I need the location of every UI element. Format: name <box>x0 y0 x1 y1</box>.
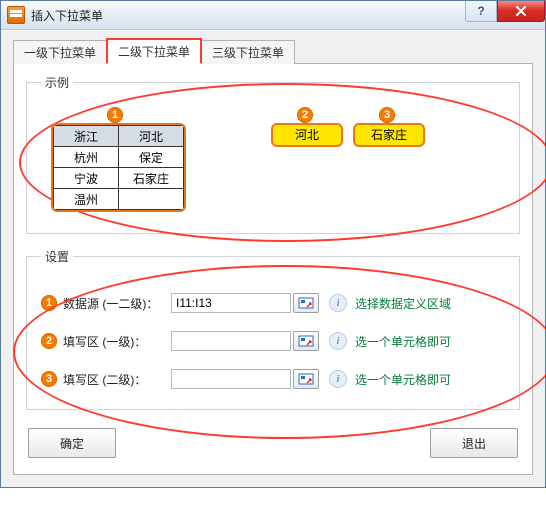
table-row: 宁波 石家庄 <box>54 168 184 189</box>
table-header: 河北 <box>119 126 184 147</box>
table-row: 杭州 保定 <box>54 147 184 168</box>
label-fill2: 填写区 (二级)： <box>63 371 171 388</box>
dialog-footer: 确定 退出 <box>26 424 520 458</box>
refedit-button-datasource[interactable] <box>293 293 319 313</box>
tab-level3[interactable]: 三级下拉菜单 <box>201 40 295 64</box>
window-controls: ? <box>465 1 545 21</box>
close-button[interactable] <box>497 1 545 22</box>
tab-level2[interactable]: 二级下拉菜单 <box>106 38 202 64</box>
example-yellow-cell-3: 石家庄 <box>353 123 425 147</box>
label-fill1: 填写区 (一级)： <box>63 333 171 350</box>
datasource-input[interactable]: I11:I13 <box>171 293 291 313</box>
tab-bar: 一级下拉菜单 二级下拉菜单 三级下拉菜单 <box>13 40 533 64</box>
app-icon <box>7 6 25 24</box>
marker-2-icon: 2 <box>297 107 313 123</box>
label-datasource: 数据源 (一二级)： <box>63 295 171 312</box>
example-legend: 示例 <box>41 74 73 91</box>
tab-level1[interactable]: 一级下拉菜单 <box>13 40 107 64</box>
info-icon: i <box>329 370 347 388</box>
table-cell: 温州 <box>54 189 119 210</box>
ok-button[interactable]: 确定 <box>28 428 116 458</box>
dialog-window: 插入下拉菜单 ? 一级下拉菜单 二级下拉菜单 三级下拉菜单 示例 <box>0 0 546 488</box>
hint-fill1: 选一个单元格即可 <box>355 333 451 350</box>
settings-row-fill2: 3 填写区 (二级)： i 选一个单元格即可 <box>41 369 505 389</box>
settings-group: 设置 1 数据源 (一二级)： I11:I13 <box>26 248 520 410</box>
table-cell: 石家庄 <box>119 168 184 189</box>
info-icon: i <box>329 294 347 312</box>
table-cell: 宁波 <box>54 168 119 189</box>
refedit-button-fill1[interactable] <box>293 331 319 351</box>
titlebar: 插入下拉菜单 ? <box>1 1 545 30</box>
info-icon: i <box>329 332 347 350</box>
example-area: 1 浙江 河北 杭州 保定 <box>41 109 505 219</box>
fill2-input[interactable] <box>171 369 291 389</box>
settings-row-datasource: 1 数据源 (一二级)： I11:I13 i 选择数据定义区域 <box>41 293 505 313</box>
fill1-input[interactable] <box>171 331 291 351</box>
table-row: 温州 <box>54 189 184 210</box>
marker-3-icon: 3 <box>379 107 395 123</box>
example-table: 浙江 河北 杭州 保定 宁波 石家庄 <box>51 123 186 212</box>
refedit-button-fill2[interactable] <box>293 369 319 389</box>
marker-1-icon: 1 <box>107 107 123 123</box>
marker-1-icon: 1 <box>41 295 57 311</box>
help-button[interactable]: ? <box>465 1 497 22</box>
window-title: 插入下拉菜单 <box>31 7 103 24</box>
example-yellow-cell-2: 河北 <box>271 123 343 147</box>
table-cell <box>119 189 184 210</box>
client-area: 一级下拉菜单 二级下拉菜单 三级下拉菜单 示例 1 浙江 <box>1 30 545 487</box>
example-group: 示例 1 浙江 河北 杭州 <box>26 74 520 234</box>
table-row: 浙江 河北 <box>54 126 184 147</box>
tab-body: 示例 1 浙江 河北 杭州 <box>13 64 533 475</box>
annotation-ellipse-settings <box>13 265 546 439</box>
settings-row-fill1: 2 填写区 (一级)： i 选一个单元格即可 <box>41 331 505 351</box>
hint-fill2: 选一个单元格即可 <box>355 371 451 388</box>
marker-2-icon: 2 <box>41 333 57 349</box>
table-header: 浙江 <box>54 126 119 147</box>
hint-datasource: 选择数据定义区域 <box>355 295 451 312</box>
settings-legend: 设置 <box>41 248 73 265</box>
table-cell: 杭州 <box>54 147 119 168</box>
marker-3-icon: 3 <box>41 371 57 387</box>
table-cell: 保定 <box>119 147 184 168</box>
cancel-button[interactable]: 退出 <box>430 428 518 458</box>
